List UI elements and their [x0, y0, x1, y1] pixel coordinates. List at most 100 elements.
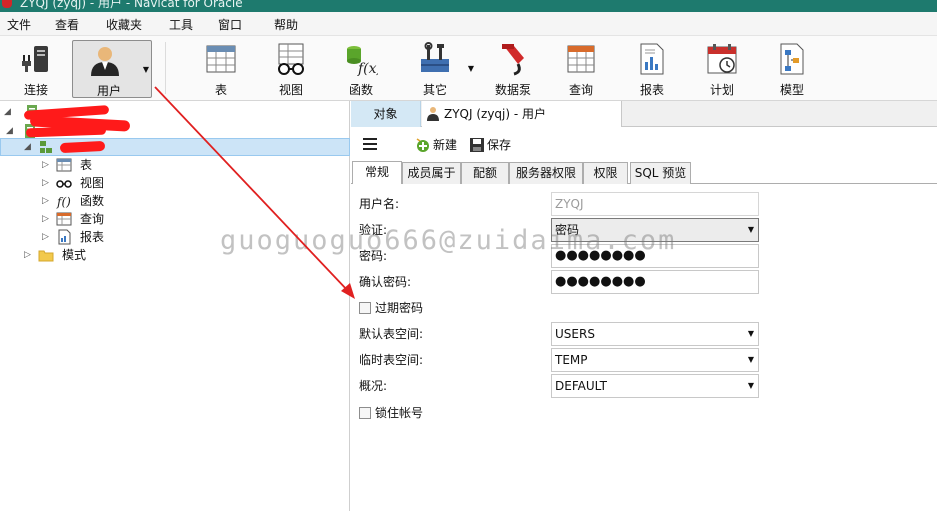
report-button[interactable]: 报表	[621, 40, 683, 98]
menu-help[interactable]: 帮助	[274, 16, 298, 33]
tab-user-editor[interactable]: ZYQJ (zyqj) - 用户	[422, 101, 622, 127]
lock-account-checkbox[interactable]: 锁住帐号	[359, 403, 423, 423]
chevron-down-icon[interactable]: ▼	[468, 64, 474, 73]
query-label: 查询	[568, 83, 593, 97]
lock-account-label: 锁住帐号	[375, 406, 424, 420]
calendar-icon	[707, 44, 737, 74]
menu-file[interactable]: 文件	[7, 16, 31, 33]
expire-password-checkbox[interactable]: 过期密码	[359, 298, 423, 318]
user-button[interactable]: 用户 ▼	[72, 40, 152, 98]
model-button[interactable]: 模型	[761, 40, 823, 98]
user-icon	[91, 47, 119, 76]
tab-server-privileges[interactable]: 服务器权限	[509, 162, 583, 184]
collapse-icon[interactable]: ◢	[24, 138, 31, 156]
tab-member-of[interactable]: 成员属于	[402, 162, 461, 184]
menu-tools[interactable]: 工具	[169, 16, 193, 33]
function-label: 函数	[348, 83, 373, 97]
expand-icon[interactable]: ▷	[42, 210, 49, 228]
tree-label: 查询	[80, 212, 105, 226]
menu-favorites[interactable]: 收藏夹	[106, 16, 142, 33]
tree-item-report[interactable]: ▷ 报表	[42, 228, 162, 246]
model-icon	[780, 43, 804, 75]
collapse-icon[interactable]: ◢	[4, 103, 11, 121]
save-button[interactable]: 保存	[469, 136, 511, 154]
toolbar-divider	[165, 42, 166, 94]
window-title: ZYQJ (zyqj) - 用户 - Navicat for Oracle	[20, 0, 243, 10]
query-button[interactable]: 查询	[550, 40, 612, 98]
other-button[interactable]: 其它 ▼	[404, 40, 474, 98]
tree-label: 报表	[80, 230, 105, 244]
tree-label: 表	[80, 158, 93, 172]
tab-objects[interactable]: 对象	[351, 101, 421, 127]
tab-quota[interactable]: 配额	[461, 162, 509, 184]
profile-value: DEFAULT	[555, 379, 607, 393]
tab-sql-preview[interactable]: SQL 预览	[630, 162, 691, 184]
expand-icon[interactable]: ▷	[42, 228, 49, 246]
query-icon	[56, 212, 72, 226]
menu-window[interactable]: 窗口	[218, 16, 242, 33]
profile-select[interactable]: DEFAULT ▼	[551, 374, 759, 398]
glasses-icon	[278, 43, 304, 75]
query-icon	[567, 45, 595, 73]
function-icon: f()	[56, 195, 71, 209]
model-label: 模型	[779, 83, 804, 97]
svg-text:f(): f()	[56, 195, 71, 209]
tree-item-table[interactable]: ▷ 表	[42, 156, 162, 174]
table-icon	[56, 158, 72, 172]
tree-item-function[interactable]: ▷ f() 函数	[42, 192, 162, 210]
property-tabs: 常规 成员属于 配额 服务器权限 权限 SQL 预览	[351, 161, 937, 184]
confirm-password-label: 确认密码:	[359, 275, 412, 289]
default-tablespace-value: USERS	[555, 327, 595, 341]
new-label: 新建	[433, 138, 458, 152]
username-field[interactable]: ZYQJ	[551, 192, 759, 216]
new-button[interactable]: 新建	[415, 136, 457, 154]
checkbox-box[interactable]	[359, 407, 371, 419]
view-button[interactable]: 视图	[260, 40, 322, 98]
datapump-button[interactable]: 数据泵	[482, 40, 544, 98]
save-icon	[470, 138, 484, 152]
default-tablespace-select[interactable]: USERS ▼	[551, 322, 759, 346]
user-label: 用户	[96, 84, 121, 98]
expand-icon[interactable]: ▷	[42, 174, 49, 192]
tab-user-label: ZYQJ (zyqj) - 用户	[444, 107, 547, 121]
user-icon	[427, 107, 439, 121]
collapse-icon[interactable]: ◢	[6, 122, 13, 140]
expand-icon[interactable]: ▷	[42, 192, 49, 210]
chevron-down-icon[interactable]: ▼	[143, 65, 149, 74]
table-label: 表	[214, 83, 227, 97]
confirm-password-field[interactable]: ●●●●●●●●	[551, 270, 759, 294]
add-icon	[416, 138, 429, 152]
tree-item-schemas[interactable]: ▷ 模式	[24, 246, 144, 264]
view-label: 视图	[278, 83, 303, 97]
tree-label: 函数	[80, 194, 105, 208]
default-tablespace-label: 默认表空间:	[359, 327, 424, 341]
function-button[interactable]: f(x) 函数	[330, 40, 392, 98]
report-icon	[58, 229, 71, 245]
datapump-label: 数据泵	[494, 83, 531, 97]
menu-view[interactable]: 查看	[55, 16, 79, 33]
checkbox-box[interactable]	[359, 302, 371, 314]
plug-icon	[22, 46, 48, 72]
username-label: 用户名:	[359, 197, 400, 211]
table-button[interactable]: 表	[190, 40, 252, 98]
tree-item-query[interactable]: ▷ 查询	[42, 210, 162, 228]
temp-tablespace-select[interactable]: TEMP ▼	[551, 348, 759, 372]
chevron-down-icon: ▼	[747, 381, 754, 390]
tab-general[interactable]: 常规	[352, 161, 402, 184]
watermark-text: guoguoguo666@zuidaima.com	[220, 225, 677, 256]
expand-icon[interactable]: ▷	[42, 156, 49, 174]
expire-password-label: 过期密码	[375, 301, 424, 315]
object-tab-strip: 对象 ZYQJ (zyqj) - 用户	[351, 101, 937, 127]
report-label: 报表	[639, 83, 664, 97]
tree-label: 视图	[80, 176, 105, 190]
tree-item-view[interactable]: ▷ 视图	[42, 174, 162, 192]
schema-icon	[40, 141, 52, 153]
chevron-down-icon: ▼	[747, 329, 754, 338]
menu-icon[interactable]	[363, 138, 377, 150]
connect-button[interactable]: 连接	[5, 40, 67, 98]
tab-privileges[interactable]: 权限	[583, 162, 628, 184]
fuel-pump-icon	[502, 44, 524, 76]
app-icon	[2, 0, 12, 8]
schedule-button[interactable]: 计划	[691, 40, 753, 98]
expand-icon[interactable]: ▷	[24, 246, 31, 264]
